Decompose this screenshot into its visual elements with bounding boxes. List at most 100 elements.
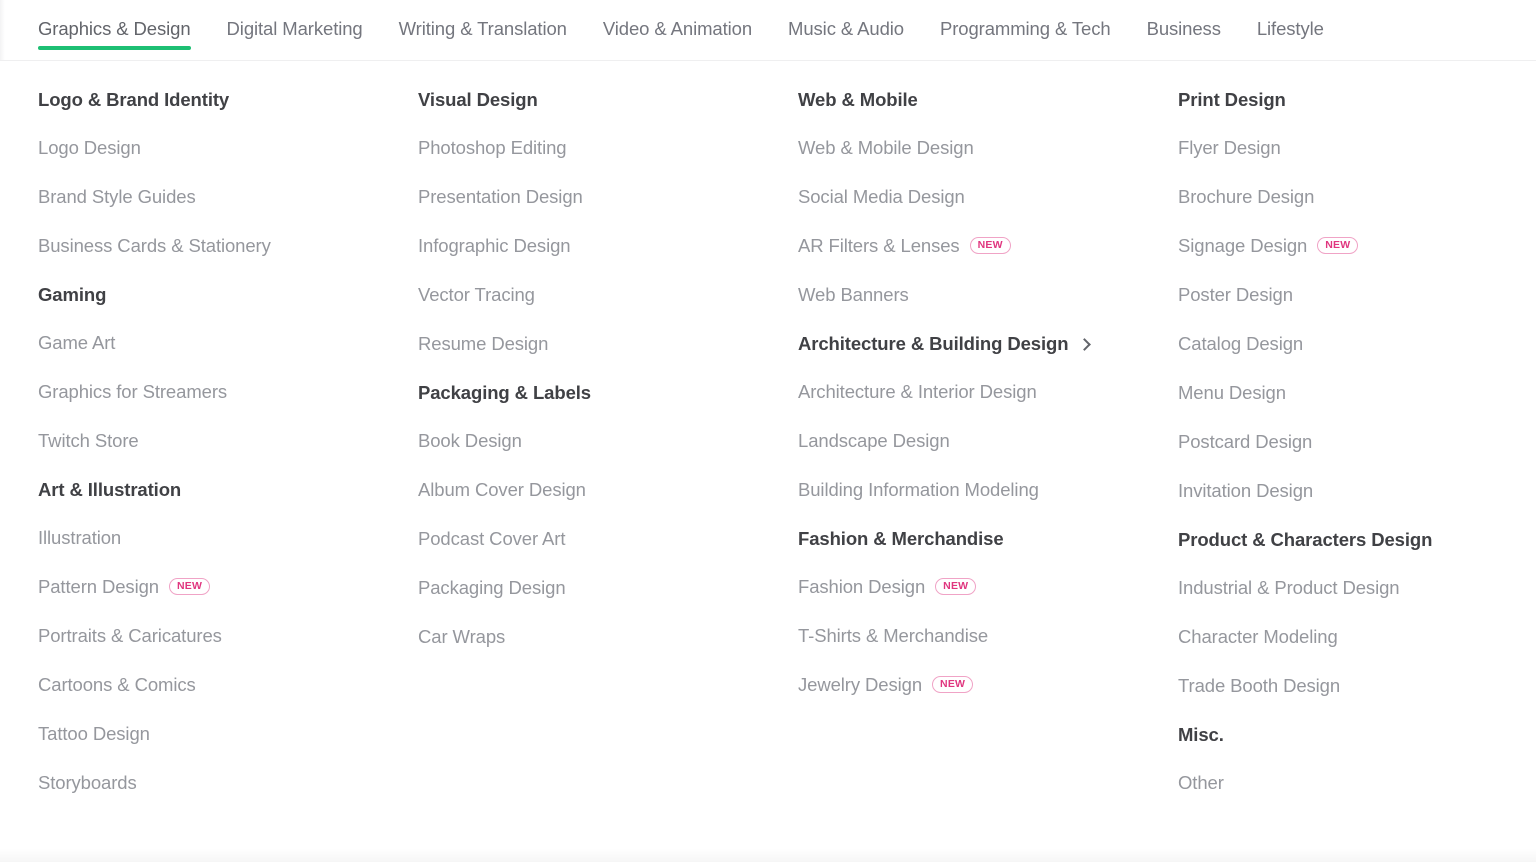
nav-tab-graphics-design[interactable]: Graphics & Design bbox=[20, 0, 209, 58]
category-link[interactable]: Album Cover Design bbox=[418, 479, 798, 501]
category-link-label: Flyer Design bbox=[1178, 137, 1281, 158]
category-link[interactable]: Tattoo Design bbox=[38, 723, 418, 745]
category-link[interactable]: Logo Design bbox=[38, 137, 418, 159]
nav-tab-label: Writing & Translation bbox=[398, 18, 567, 39]
category-link-label: Fashion Design bbox=[798, 576, 926, 597]
category-group: Print Design Flyer Design Brochure Design S… bbox=[1178, 88, 1536, 502]
category-link[interactable]: Flyer Design bbox=[1178, 137, 1536, 159]
category-link[interactable]: Packaging Design bbox=[418, 577, 798, 599]
nav-tab-business[interactable]: Business bbox=[1129, 0, 1239, 58]
category-link[interactable]: Infographic Design bbox=[418, 235, 798, 257]
category-link[interactable]: AR Filters & Lenses NEW bbox=[798, 235, 1178, 257]
category-group: Fashion & Merchandise Fashion Design NEW T-… bbox=[798, 527, 1178, 696]
nav-tab-programming-tech[interactable]: Programming & Tech bbox=[922, 0, 1129, 58]
category-group-title-label: Packaging & Labels bbox=[418, 382, 591, 403]
category-group-title-label: Art & Illustration bbox=[38, 479, 182, 500]
category-link-label: Invitation Design bbox=[1178, 480, 1314, 501]
category-link-label: Pattern Design bbox=[38, 576, 159, 597]
category-link[interactable]: Web Banners bbox=[798, 284, 1178, 306]
category-mega-menu-panel: Logo & Brand Identity Logo Design Brand St… bbox=[0, 61, 1536, 862]
category-link[interactable]: Signage Design NEW bbox=[1178, 235, 1536, 257]
category-link-label: Other bbox=[1178, 772, 1224, 793]
category-link[interactable]: Brochure Design bbox=[1178, 186, 1536, 208]
category-group-title: Misc. bbox=[1178, 723, 1224, 747]
category-link-label: Building Information Modeling bbox=[798, 479, 1039, 500]
category-link[interactable]: Game Art bbox=[38, 332, 418, 354]
category-link-label: Postcard Design bbox=[1178, 431, 1313, 452]
new-badge: NEW bbox=[932, 675, 974, 693]
category-link[interactable]: Postcard Design bbox=[1178, 431, 1536, 453]
category-column: Visual Design Photoshop Editing Presentati… bbox=[418, 88, 798, 820]
category-link-label: Character Modeling bbox=[1178, 626, 1338, 647]
category-link[interactable]: Building Information Modeling bbox=[798, 479, 1178, 501]
category-group-title-label: Misc. bbox=[1178, 724, 1224, 745]
category-group-title: Fashion & Merchandise bbox=[798, 527, 1004, 551]
category-link[interactable]: Poster Design bbox=[1178, 284, 1536, 306]
nav-tab-digital-marketing[interactable]: Digital Marketing bbox=[209, 0, 381, 58]
category-link[interactable]: Illustration bbox=[38, 527, 418, 549]
category-link[interactable]: Brand Style Guides bbox=[38, 186, 418, 208]
category-link[interactable]: Portraits & Caricatures bbox=[38, 625, 418, 647]
category-link[interactable]: Industrial & Product Design bbox=[1178, 577, 1536, 599]
category-group-title-label: Fashion & Merchandise bbox=[798, 528, 1004, 549]
category-link-label: Tattoo Design bbox=[38, 723, 150, 744]
category-link[interactable]: Book Design bbox=[418, 430, 798, 452]
category-link[interactable]: Presentation Design bbox=[418, 186, 798, 208]
nav-tab-video-animation[interactable]: Video & Animation bbox=[585, 0, 770, 58]
nav-tab-label: Music & Audio bbox=[788, 18, 904, 39]
category-link[interactable]: Graphics for Streamers bbox=[38, 381, 418, 403]
category-link-label: Book Design bbox=[418, 430, 522, 451]
category-group-title-label: Architecture & Building Design bbox=[798, 333, 1069, 354]
category-group-title-label: Product & Characters Design bbox=[1178, 529, 1433, 550]
category-group: Architecture & Building Design Architectu… bbox=[798, 332, 1178, 501]
nav-left-edge bbox=[0, 0, 5, 60]
category-link-label: T-Shirts & Merchandise bbox=[798, 625, 989, 646]
category-link[interactable]: Car Wraps bbox=[418, 626, 798, 648]
category-group-title-label: Visual Design bbox=[418, 89, 538, 110]
category-link[interactable]: Social Media Design bbox=[798, 186, 1178, 208]
nav-tab-music-audio[interactable]: Music & Audio bbox=[770, 0, 922, 58]
category-link[interactable]: Character Modeling bbox=[1178, 626, 1536, 648]
category-link-label: Game Art bbox=[38, 332, 116, 353]
category-link[interactable]: Jewelry Design NEW bbox=[798, 674, 1178, 696]
category-link[interactable]: Menu Design bbox=[1178, 382, 1536, 404]
category-link-label: Business Cards & Stationery bbox=[38, 235, 271, 256]
category-link[interactable]: Invitation Design bbox=[1178, 480, 1536, 502]
category-link[interactable]: Other bbox=[1178, 772, 1536, 794]
category-link[interactable]: Resume Design bbox=[418, 333, 798, 355]
category-link[interactable]: Pattern Design NEW bbox=[38, 576, 418, 598]
category-link-label: Car Wraps bbox=[418, 626, 506, 647]
category-group-title: Print Design bbox=[1178, 88, 1286, 112]
category-group: Gaming Game Art Graphics for Streamers Twit… bbox=[38, 283, 418, 452]
category-link-label: Logo Design bbox=[38, 137, 141, 158]
category-group-title[interactable]: Architecture & Building Design bbox=[798, 332, 1092, 356]
category-group-title: Visual Design bbox=[418, 88, 538, 112]
category-link[interactable]: Podcast Cover Art bbox=[418, 528, 798, 550]
category-link[interactable]: Cartoons & Comics bbox=[38, 674, 418, 696]
category-link[interactable]: Trade Booth Design bbox=[1178, 675, 1536, 697]
category-link[interactable]: Catalog Design bbox=[1178, 333, 1536, 355]
category-group: Web & Mobile Web & Mobile Design Social Me… bbox=[798, 88, 1178, 306]
category-link[interactable]: Storyboards bbox=[38, 772, 418, 794]
category-group: Art & Illustration Illustration Pattern De… bbox=[38, 478, 418, 794]
category-link[interactable]: Photoshop Editing bbox=[418, 137, 798, 159]
nav-tab-lifestyle[interactable]: Lifestyle bbox=[1239, 0, 1342, 58]
category-link[interactable]: Vector Tracing bbox=[418, 284, 798, 306]
new-badge: NEW bbox=[969, 236, 1011, 254]
category-link[interactable]: Twitch Store bbox=[38, 430, 418, 452]
category-link[interactable]: T-Shirts & Merchandise bbox=[798, 625, 1178, 647]
category-link-label: Vector Tracing bbox=[418, 284, 535, 305]
category-link-label: Packaging Design bbox=[418, 577, 566, 598]
category-group: Misc. Other bbox=[1178, 723, 1536, 794]
category-link-label: Portraits & Caricatures bbox=[38, 625, 222, 646]
category-link[interactable]: Business Cards & Stationery bbox=[38, 235, 418, 257]
category-link[interactable]: Fashion Design NEW bbox=[798, 576, 1178, 598]
category-group-title: Art & Illustration bbox=[38, 478, 181, 502]
category-link[interactable]: Landscape Design bbox=[798, 430, 1178, 452]
category-link-label: Web & Mobile Design bbox=[798, 137, 974, 158]
category-group-title: Packaging & Labels bbox=[418, 381, 591, 405]
category-link[interactable]: Web & Mobile Design bbox=[798, 137, 1178, 159]
category-link-label: Album Cover Design bbox=[418, 479, 586, 500]
category-link[interactable]: Architecture & Interior Design bbox=[798, 381, 1178, 403]
nav-tab-writing-translation[interactable]: Writing & Translation bbox=[381, 0, 585, 58]
